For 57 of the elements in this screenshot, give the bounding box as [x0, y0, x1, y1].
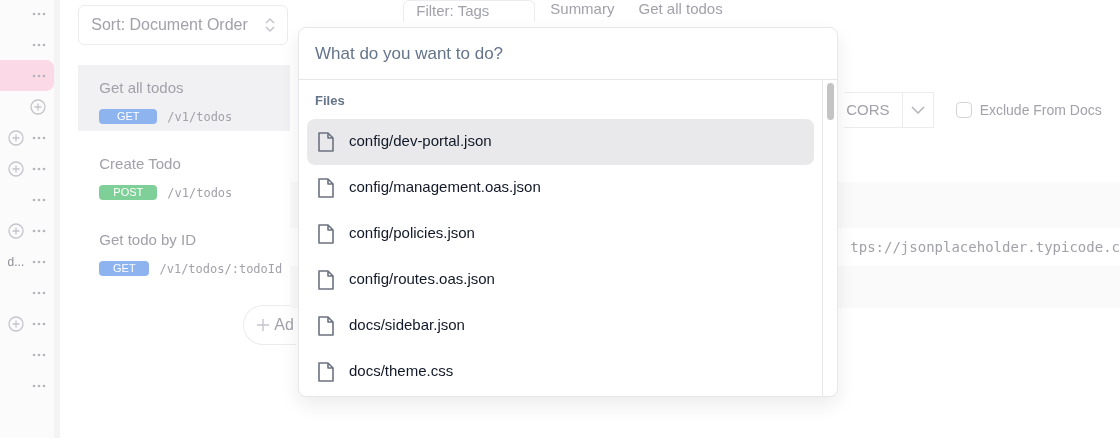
- more-icon[interactable]: [32, 290, 47, 295]
- file-icon: [317, 222, 335, 245]
- chevron-down-icon[interactable]: [910, 106, 925, 114]
- section-heading: Files: [314, 92, 346, 110]
- method-badge: GET: [99, 109, 158, 124]
- sidebar-item[interactable]: [0, 60, 55, 91]
- scrollbar[interactable]: [822, 80, 837, 396]
- exclude-checkbox[interactable]: [955, 102, 972, 118]
- method-badge: POST: [99, 185, 158, 200]
- more-icon[interactable]: [32, 383, 47, 388]
- cors-select[interactable]: CORS: [844, 92, 903, 128]
- operation-title: Get todo by ID: [99, 230, 197, 250]
- add-circle-icon[interactable]: [30, 98, 47, 115]
- sort-icon: [265, 17, 276, 33]
- url-text: tps://jsonplaceholder.typicode.c: [850, 237, 1120, 257]
- more-icon[interactable]: [32, 135, 47, 140]
- sort-select[interactable]: Sort: Document Order: [78, 5, 289, 45]
- more-icon[interactable]: [32, 352, 47, 357]
- operation-title: Get all todos: [99, 78, 185, 98]
- sidebar-item-label: d...: [7, 253, 25, 271]
- sidebar-item[interactable]: d...: [0, 246, 55, 277]
- file-icon: [317, 314, 335, 337]
- operation-title: Create Todo: [99, 154, 182, 174]
- more-icon[interactable]: [32, 42, 47, 47]
- more-icon[interactable]: [32, 73, 47, 78]
- operation-item[interactable]: Get all todos GET /v1/todos: [78, 65, 291, 131]
- file-icon: [317, 130, 335, 153]
- more-icon[interactable]: [32, 197, 47, 202]
- add-circle-icon[interactable]: [8, 222, 25, 239]
- breadcrumb-item[interactable]: Get all todos: [638, 0, 723, 21]
- breadcrumb-item[interactable]: Summary: [550, 0, 615, 21]
- add-circle-icon[interactable]: [8, 129, 25, 146]
- file-name: config/dev-portal.json: [349, 131, 492, 152]
- plus-icon: [256, 318, 271, 332]
- exclude-label: Exclude From Docs: [979, 100, 1102, 120]
- file-name: config/management.oas.json: [349, 177, 541, 198]
- more-icon[interactable]: [32, 321, 47, 326]
- command-input[interactable]: What do you want to do?: [299, 28, 837, 80]
- add-circle-icon[interactable]: [8, 160, 25, 177]
- operation-path: /v1/todos/:todoId: [159, 260, 283, 278]
- more-icon[interactable]: [32, 259, 47, 264]
- file-name: config/policies.json: [349, 223, 475, 244]
- file-icon: [317, 360, 335, 383]
- file-icon: [317, 176, 335, 199]
- add-circle-icon[interactable]: [8, 315, 25, 332]
- file-name: docs/theme.css: [349, 361, 454, 382]
- method-badge: GET: [99, 261, 150, 276]
- file-name: docs/sidebar.json: [349, 315, 465, 336]
- more-icon[interactable]: [32, 11, 47, 16]
- file-item[interactable]: config/dev-portal.json: [307, 118, 814, 165]
- file-name: config/routes.oas.json: [349, 269, 495, 290]
- filter-select[interactable]: Filter: Tags: [403, 0, 536, 22]
- operation-path: /v1/todos: [167, 184, 233, 202]
- more-icon[interactable]: [32, 228, 47, 233]
- more-icon[interactable]: [32, 166, 47, 171]
- file-icon: [317, 268, 335, 291]
- operation-path: /v1/todos: [167, 108, 233, 126]
